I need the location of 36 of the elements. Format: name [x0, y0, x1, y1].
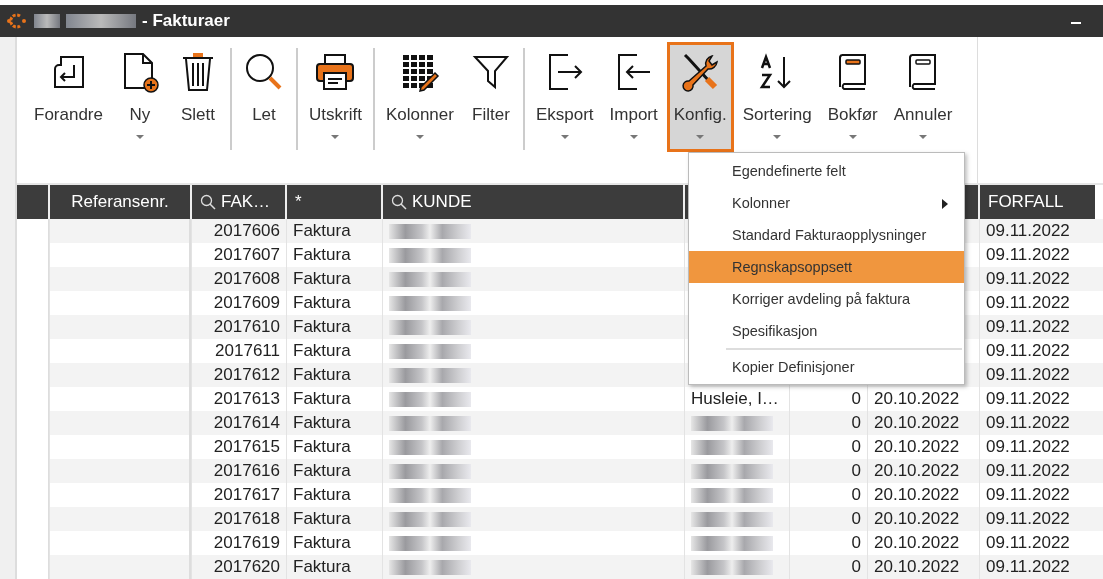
column-header[interactable]: Referansenr. [48, 185, 190, 219]
toolbar-button[interactable]: Forandre [27, 42, 110, 152]
table-cell: 0 [789, 555, 867, 579]
column-header[interactable]: * [285, 185, 381, 219]
menu-item[interactable]: Egendefinerte felt [689, 155, 964, 187]
header-label: * [295, 192, 302, 212]
toolbar-button[interactable]: Let [236, 42, 292, 152]
toolbar-button[interactable]: Filter [462, 42, 519, 152]
toolbar-button[interactable]: Utskrift [302, 42, 369, 152]
table-cell: 2017620 [191, 555, 286, 579]
column-header[interactable]: KUNDE [381, 185, 683, 219]
window-title: - Fakturaer [142, 11, 230, 31]
table-cell: Faktura [286, 555, 382, 579]
header-label: FORFALL [988, 192, 1064, 212]
toolbar-button[interactable]: Konfig. [666, 42, 734, 152]
header-label: FAK… [221, 192, 271, 212]
toolbar-button[interactable]: Import [602, 42, 665, 152]
menu-item[interactable]: Kolonner [689, 187, 964, 219]
toolbar-button[interactable]: Sortering [735, 42, 819, 152]
header-label: KUNDE [412, 192, 472, 212]
column-header[interactable]: FORFALL [978, 185, 1095, 219]
toolbar-button[interactable]: Bokfør [820, 42, 885, 152]
toolbar-button[interactable]: Kolonner [378, 42, 461, 152]
menu-item[interactable]: Regnskapsoppsett [689, 251, 964, 283]
table-row[interactable]: 2017614 Faktura 0 20.10.2022 09.11.2022 [17, 411, 1103, 435]
toolbar-button[interactable]: Annuler [886, 42, 960, 152]
table-cell: 20.10.2022 [867, 555, 979, 579]
toolbar-button[interactable]: Slett [170, 42, 226, 152]
header-label: Referansenr. [71, 192, 169, 212]
table-cell: 09.11.2022 [979, 555, 1096, 579]
table-row[interactable]: 2017616 Faktura 0 20.10.2022 09.11.2022 [17, 459, 1103, 483]
table-row[interactable]: 2017618 Faktura 0 20.10.2022 09.11.2022 [17, 507, 1103, 531]
table-row[interactable]: 2017620 Faktura 0 20.10.2022 09.11.2022 [17, 555, 1103, 579]
toolbar-button[interactable]: Ny [112, 42, 168, 152]
column-header[interactable]: FAK… [190, 185, 285, 219]
toolbar-button[interactable]: Eksport [528, 42, 601, 152]
